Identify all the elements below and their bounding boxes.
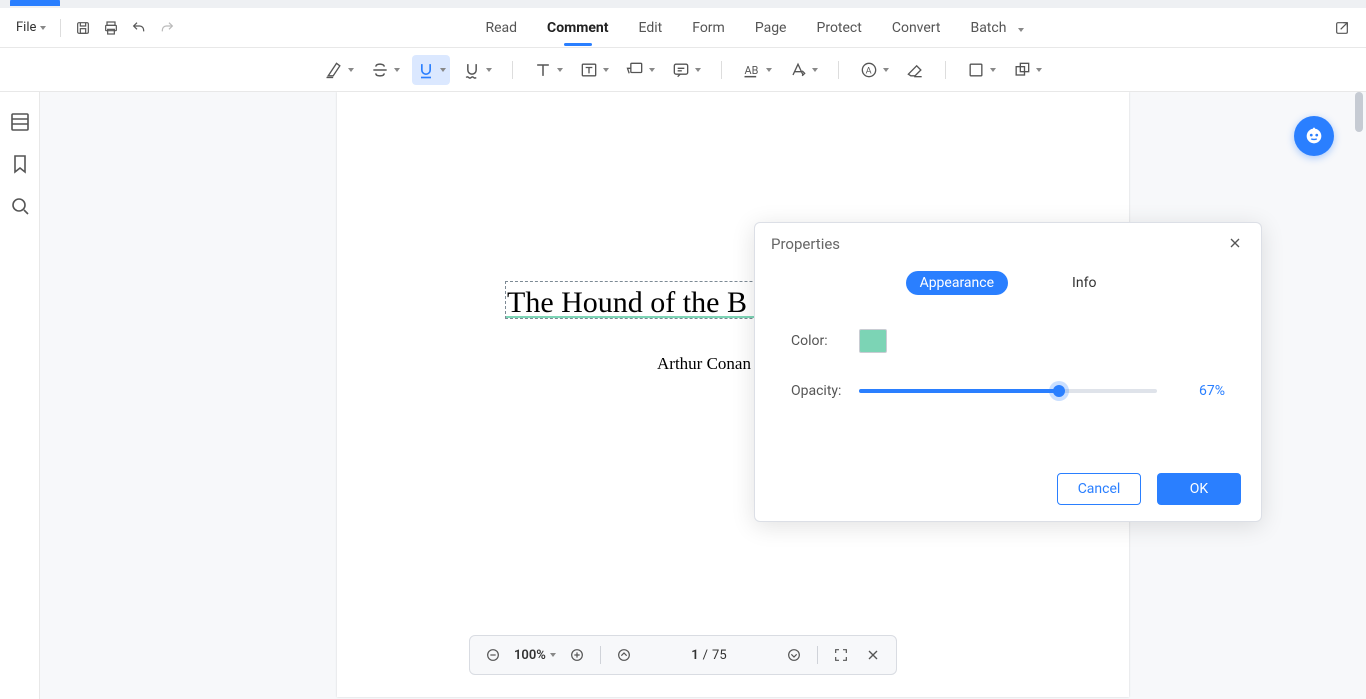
opacity-label: Opacity: bbox=[791, 383, 859, 399]
file-menu[interactable]: File bbox=[10, 20, 52, 35]
ok-button[interactable]: OK bbox=[1157, 473, 1241, 505]
opacity-slider[interactable] bbox=[859, 389, 1157, 393]
bookmark-icon[interactable] bbox=[8, 152, 32, 176]
opacity-value: 67% bbox=[1179, 383, 1225, 399]
view-controls-bar: 100% 1 / 75 bbox=[469, 635, 897, 675]
replace-text-tool[interactable] bbox=[784, 55, 822, 85]
zoom-in-icon[interactable] bbox=[566, 644, 588, 666]
print-icon[interactable] bbox=[97, 14, 125, 42]
tab-form[interactable]: Form bbox=[692, 20, 725, 36]
chevron-down-icon bbox=[1018, 28, 1024, 32]
scroll-up-icon[interactable] bbox=[613, 644, 635, 666]
dialog-tab-appearance[interactable]: Appearance bbox=[906, 271, 1008, 295]
area-highlight-tool[interactable]: AB bbox=[738, 55, 776, 85]
distance-tool[interactable] bbox=[1008, 55, 1046, 85]
tab-comment[interactable]: Comment bbox=[547, 20, 608, 36]
close-view-icon[interactable] bbox=[862, 644, 884, 666]
comment-toolbar: AB A bbox=[0, 48, 1366, 92]
zoom-value: 100% bbox=[514, 648, 546, 663]
undo-icon[interactable] bbox=[125, 14, 153, 42]
stamp-tool[interactable]: A bbox=[855, 55, 893, 85]
chevron-down-icon bbox=[394, 68, 400, 72]
divider bbox=[817, 646, 818, 664]
thumbnails-icon[interactable] bbox=[8, 110, 32, 134]
dialog-title: Properties bbox=[771, 235, 840, 253]
chevron-down-icon bbox=[603, 68, 609, 72]
divider bbox=[838, 61, 839, 79]
tab-convert[interactable]: Convert bbox=[892, 20, 941, 36]
chevron-down-icon bbox=[990, 68, 996, 72]
top-toolbar: File Read Comment Edit Form Page Protect… bbox=[0, 8, 1366, 48]
strikethrough-tool[interactable] bbox=[366, 55, 404, 85]
zoom-out-icon[interactable] bbox=[482, 644, 504, 666]
slider-thumb[interactable] bbox=[1053, 385, 1065, 397]
highlight-tool[interactable] bbox=[320, 55, 358, 85]
scroll-down-icon[interactable] bbox=[783, 644, 805, 666]
ai-assistant-button[interactable] bbox=[1294, 116, 1334, 156]
close-icon[interactable] bbox=[1227, 235, 1245, 253]
current-page[interactable]: 1 bbox=[691, 648, 698, 663]
file-menu-label: File bbox=[16, 20, 36, 35]
cancel-button[interactable]: Cancel bbox=[1057, 473, 1141, 505]
chevron-down-icon bbox=[883, 68, 889, 72]
chevron-down-icon bbox=[649, 68, 655, 72]
save-icon[interactable] bbox=[69, 14, 97, 42]
fullscreen-icon[interactable] bbox=[830, 644, 852, 666]
chevron-down-icon bbox=[812, 68, 818, 72]
divider bbox=[721, 61, 722, 79]
document-title: The Hound of the B bbox=[507, 286, 747, 320]
divider bbox=[512, 61, 513, 79]
textbox-tool[interactable] bbox=[575, 55, 613, 85]
left-sidebar bbox=[0, 92, 40, 699]
chevron-down-icon bbox=[440, 68, 446, 72]
chevron-down-icon bbox=[1036, 68, 1042, 72]
divider bbox=[600, 646, 601, 664]
chevron-down-icon bbox=[557, 68, 563, 72]
tab-protect[interactable]: Protect bbox=[817, 20, 862, 36]
tab-batch-label: Batch bbox=[970, 20, 1006, 36]
chevron-down-icon bbox=[766, 68, 772, 72]
text-tool[interactable] bbox=[529, 55, 567, 85]
svg-text:AB: AB bbox=[745, 64, 759, 77]
properties-dialog: Properties Appearance Info Color: Opacit… bbox=[754, 222, 1262, 522]
tab-read[interactable]: Read bbox=[485, 20, 517, 36]
squiggly-tool[interactable] bbox=[458, 55, 496, 85]
total-pages: 75 bbox=[712, 648, 727, 663]
chevron-down-icon bbox=[486, 68, 492, 72]
shape-tool[interactable] bbox=[962, 55, 1000, 85]
tab-batch[interactable]: Batch bbox=[970, 20, 1023, 36]
underline-tool[interactable] bbox=[412, 55, 450, 85]
external-link-icon[interactable] bbox=[1328, 14, 1356, 42]
scrollbar-thumb[interactable] bbox=[1355, 92, 1363, 132]
callout-tool[interactable] bbox=[621, 55, 659, 85]
redo-icon[interactable] bbox=[153, 14, 181, 42]
eraser-tool[interactable] bbox=[901, 55, 929, 85]
chevron-down-icon bbox=[695, 68, 701, 72]
note-tool[interactable] bbox=[667, 55, 705, 85]
page-separator: / bbox=[703, 648, 708, 663]
tab-page[interactable]: Page bbox=[755, 20, 787, 36]
color-swatch[interactable] bbox=[859, 329, 887, 353]
divider bbox=[945, 61, 946, 79]
active-window-tab[interactable] bbox=[10, 0, 60, 6]
main-tabs: Read Comment Edit Form Page Protect Conv… bbox=[181, 20, 1328, 36]
chevron-down-icon bbox=[40, 26, 46, 30]
chevron-down-icon bbox=[348, 68, 354, 72]
svg-text:A: A bbox=[866, 66, 872, 76]
tab-edit[interactable]: Edit bbox=[639, 20, 663, 36]
color-label: Color: bbox=[791, 333, 859, 349]
divider bbox=[60, 19, 61, 37]
zoom-level[interactable]: 100% bbox=[514, 648, 556, 663]
dialog-tab-info[interactable]: Info bbox=[1058, 271, 1110, 295]
search-icon[interactable] bbox=[8, 194, 32, 218]
title-tab-bar bbox=[0, 0, 1366, 8]
slider-fill bbox=[859, 389, 1059, 393]
chevron-down-icon bbox=[550, 653, 556, 657]
